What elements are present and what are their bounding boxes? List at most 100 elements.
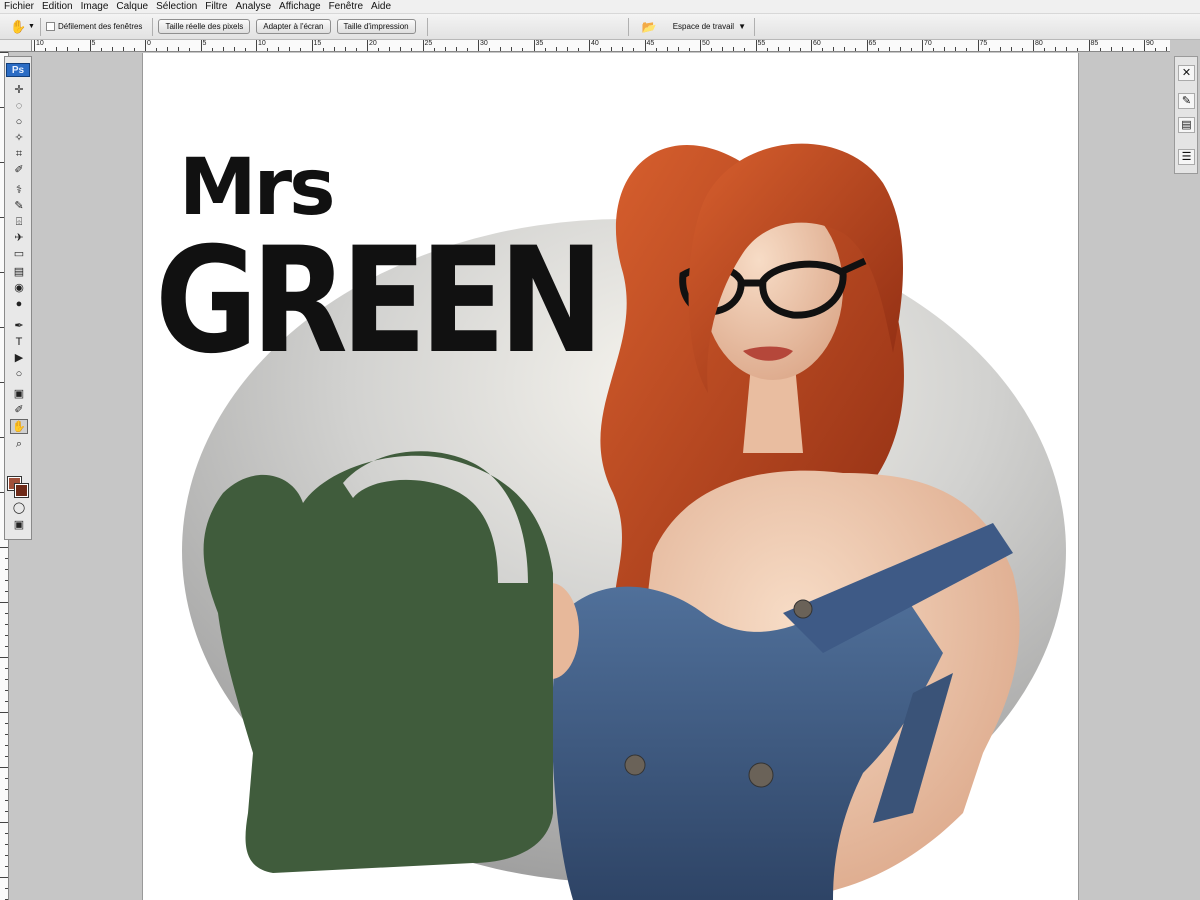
ruler-minor-tick: [355, 48, 357, 51]
path-selection-tool-icon[interactable]: ▶: [10, 351, 28, 366]
bridge-icon[interactable]: 📂: [642, 20, 657, 34]
ruler-label: 30: [480, 40, 488, 47]
actual-pixels-button[interactable]: Taille réelle des pixels: [158, 19, 251, 34]
magic-wand-tool-icon[interactable]: ✧: [10, 131, 28, 146]
ruler-minor-tick: [133, 48, 135, 51]
photoshop-logo[interactable]: Ps: [6, 63, 30, 77]
ruler-minor-tick: [344, 47, 346, 51]
overall-button: [793, 599, 813, 619]
ruler-major-tick: [1088, 40, 1090, 51]
ruler-tick: [0, 767, 8, 768]
menu-item-6[interactable]: Analyse: [231, 0, 275, 14]
ruler-label: 10: [36, 40, 44, 47]
ruler-tick: [0, 657, 8, 658]
shape-tool-icon[interactable]: ○: [10, 367, 28, 382]
ruler-minor-tick: [577, 48, 579, 51]
ruler-minor-tick: [788, 47, 790, 51]
ruler-minor-tick: [278, 47, 280, 51]
tools-panel-icon[interactable]: ✕: [1178, 65, 1195, 81]
lasso-tool-icon[interactable]: ○: [10, 115, 28, 130]
ruler-minor-tick: [411, 48, 413, 51]
clone-stamp-tool-icon[interactable]: ⌹: [10, 215, 28, 230]
brush-tool-icon[interactable]: ✎: [10, 199, 28, 214]
ruler-minor-tick: [189, 48, 191, 51]
menu-item-1[interactable]: Edition: [38, 0, 77, 14]
ruler-label: 5: [202, 40, 207, 47]
ruler-minor-tick: [455, 47, 457, 51]
menu-item-4[interactable]: Sélection: [152, 0, 201, 14]
hand-tool-icon[interactable]: ✋: [10, 19, 26, 35]
ruler-label: 50: [702, 40, 710, 47]
ruler-label: 65: [868, 40, 877, 47]
marquee-tool-icon[interactable]: ◌: [10, 99, 28, 114]
menu-item-0[interactable]: Fichier: [0, 0, 38, 14]
ruler-tick: [5, 701, 8, 702]
gradient-tool-icon[interactable]: ▤: [10, 265, 28, 280]
brushes-panel-icon[interactable]: ✎: [1178, 93, 1195, 109]
ruler-minor-tick: [988, 48, 990, 51]
workspace-menu[interactable]: Espace de travail: [673, 22, 734, 31]
ruler-tick: [5, 679, 8, 680]
menu-item-2[interactable]: Image: [77, 0, 113, 14]
history-brush-tool-icon[interactable]: ✈: [10, 231, 28, 246]
ruler-label: 0: [147, 40, 151, 47]
dodge-tool-icon[interactable]: ●: [10, 297, 28, 312]
ruler-tick: [5, 580, 8, 581]
notes-tool-icon[interactable]: ▣: [10, 387, 28, 402]
background-color-swatch[interactable]: [14, 483, 29, 498]
zoom-tool-icon[interactable]: ⌕: [10, 437, 28, 452]
fit-screen-button[interactable]: Adapter à l'écran: [256, 19, 331, 34]
type-tool-icon[interactable]: T: [10, 335, 28, 350]
ruler-major-tick: [866, 40, 868, 51]
quick-mask-icon[interactable]: ◯: [10, 501, 28, 516]
ruler-minor-tick: [78, 48, 80, 51]
healing-brush-tool-icon[interactable]: ⚕: [10, 183, 28, 198]
ruler-tick: [5, 855, 8, 856]
ruler-minor-tick: [877, 48, 879, 51]
ruler-minor-tick: [433, 48, 435, 51]
menu-item-8[interactable]: Fenêtre: [325, 0, 367, 14]
ruler-major-tick: [1033, 40, 1034, 51]
ruler-major-tick: [200, 40, 202, 51]
ruler-label: 25: [424, 40, 433, 47]
info-panel-icon[interactable]: ☰: [1178, 149, 1195, 165]
ruler-minor-tick: [156, 48, 158, 51]
ruler-label: 60: [813, 40, 821, 47]
ruler-minor-tick: [555, 47, 557, 51]
ruler-tick: [5, 734, 8, 735]
overall-button: [748, 762, 774, 788]
hand-tool-icon[interactable]: ✋: [10, 419, 28, 434]
menu-item-5[interactable]: Filtre: [201, 0, 231, 14]
ruler-minor-tick: [1166, 47, 1168, 51]
scroll-all-windows-checkbox[interactable]: [45, 22, 55, 31]
workspace-chevron-down-icon[interactable]: ▼: [738, 22, 746, 31]
print-size-button[interactable]: Taille d'impression: [336, 19, 416, 34]
ruler-tick: [0, 712, 8, 713]
ruler-tick: [5, 558, 8, 559]
eyedropper-tool-2-icon[interactable]: ✐: [10, 403, 28, 418]
ruler-minor-tick: [522, 48, 524, 51]
blur-tool-icon[interactable]: ◉: [10, 281, 28, 296]
layers-panel-icon[interactable]: ▤: [1178, 117, 1195, 133]
ruler-tick: [5, 624, 8, 625]
ruler-label: 55: [757, 40, 766, 47]
eraser-tool-icon[interactable]: ▭: [10, 247, 28, 262]
ruler-minor-tick: [444, 47, 446, 51]
ruler-tick: [0, 822, 8, 823]
menu-item-7[interactable]: Affichage: [275, 0, 325, 14]
tool-preset-chevron-down-icon[interactable]: ▼: [28, 23, 35, 30]
eyedropper-tool-icon[interactable]: ✐: [10, 163, 28, 178]
ruler-origin-corner[interactable]: [0, 40, 32, 52]
ruler-major-tick: [922, 40, 923, 51]
ruler-minor-tick: [111, 47, 113, 51]
pen-tool-icon[interactable]: ✒: [10, 319, 28, 334]
screen-mode-icon[interactable]: ▣: [10, 518, 28, 533]
ruler-major-tick: [533, 40, 535, 51]
horizontal-ruler[interactable]: 10 5 0 5 10 15 20 25 30 35 40 45 50 55 60 65 70 75 80 85 90: [32, 40, 1170, 52]
menu-item-3[interactable]: Calque: [112, 0, 152, 14]
crop-tool-icon[interactable]: ⌗: [10, 147, 28, 162]
ruler-minor-tick: [933, 48, 935, 51]
document-canvas[interactable]: Mrs GREEN: [142, 53, 1079, 900]
move-tool-icon[interactable]: ✛: [10, 83, 28, 98]
menu-item-9[interactable]: Aide: [367, 0, 395, 14]
